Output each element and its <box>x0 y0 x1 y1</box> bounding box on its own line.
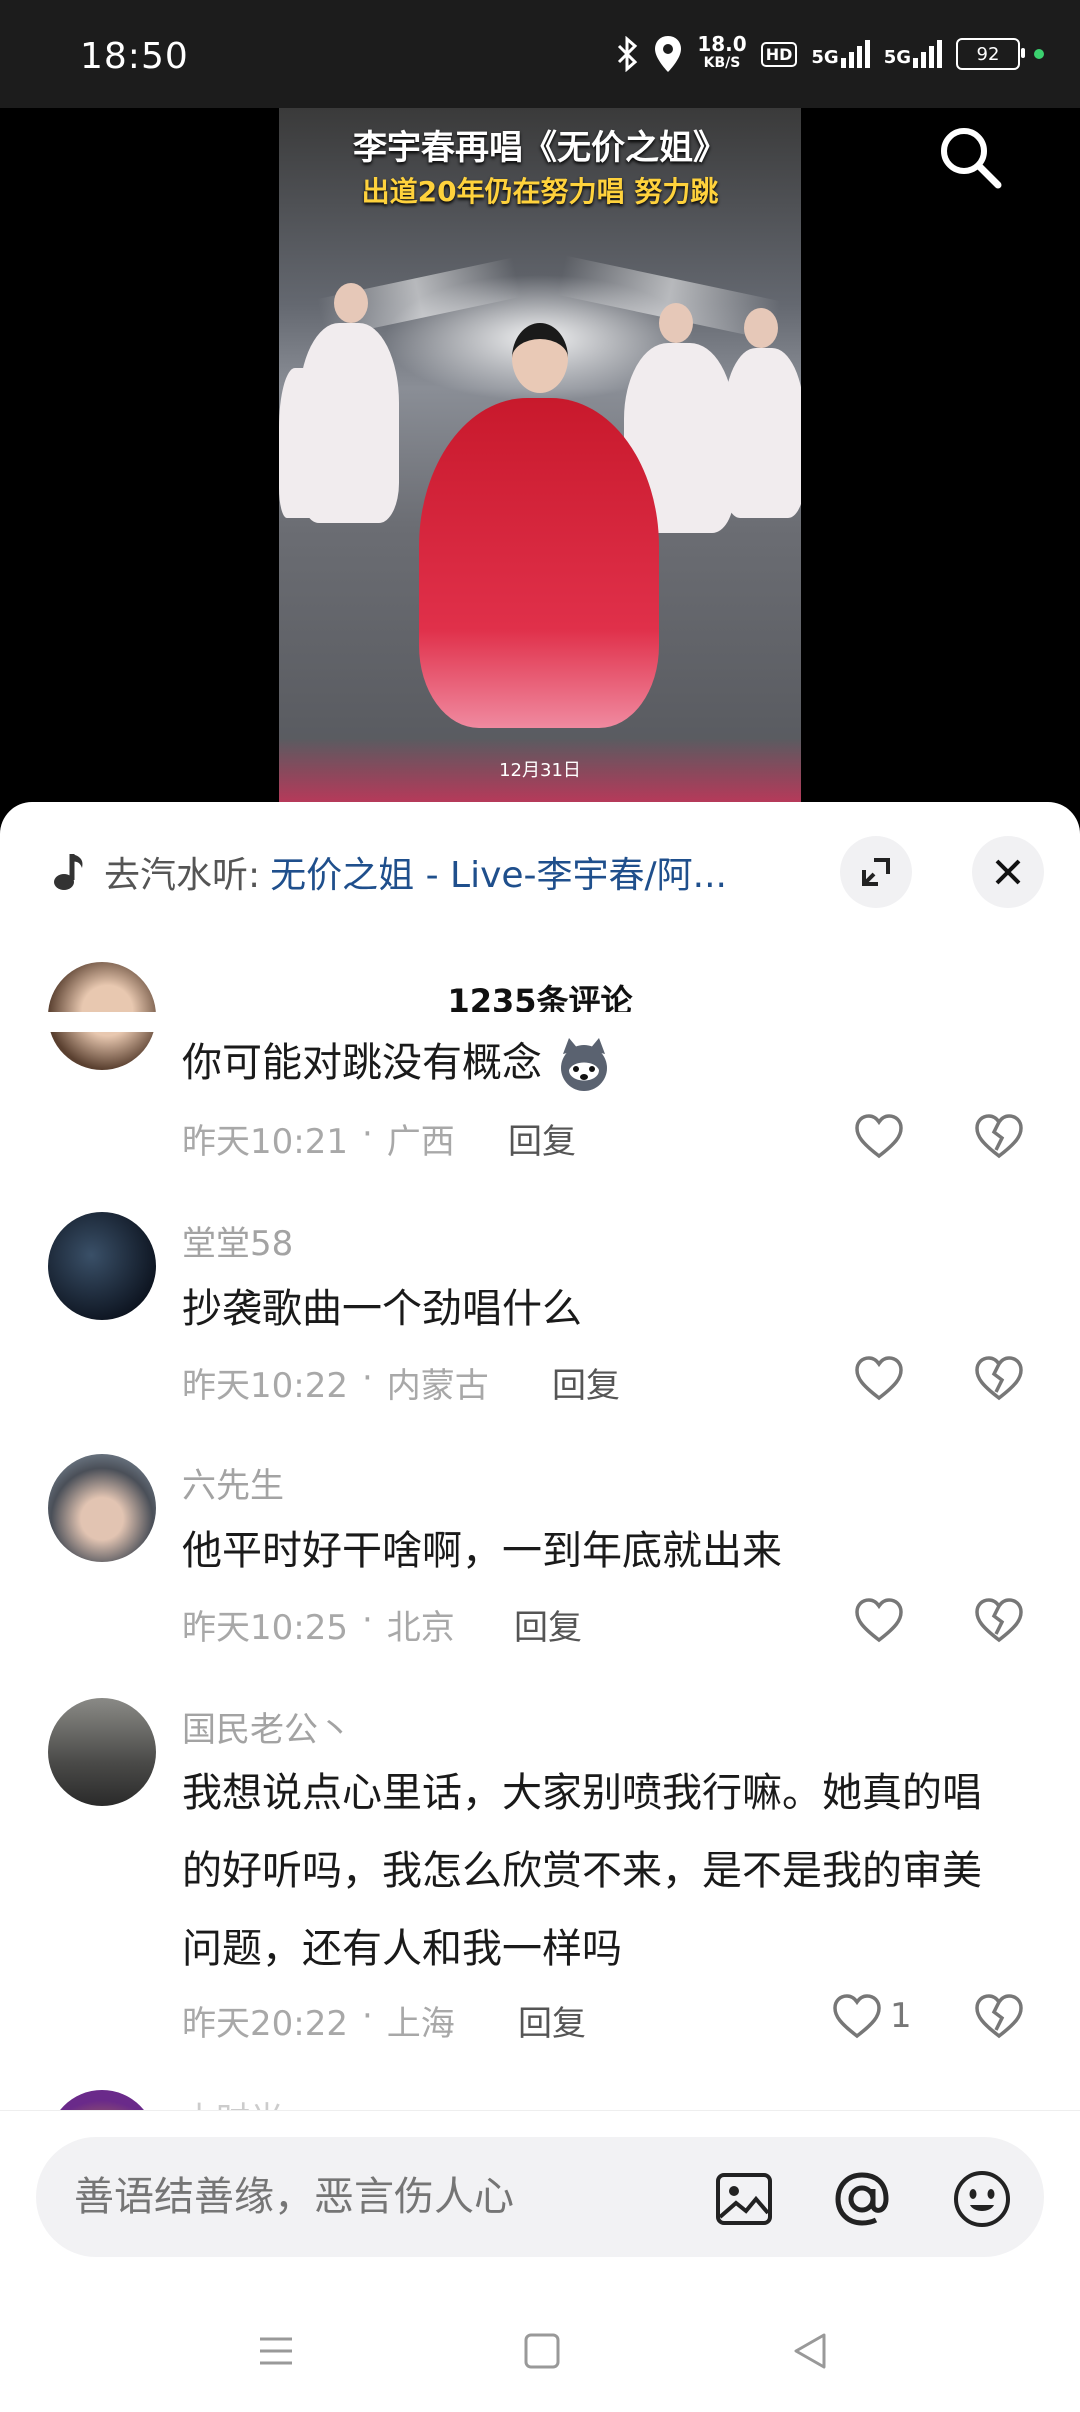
broken-heart-icon[interactable] <box>972 1110 1026 1164</box>
heart-icon[interactable] <box>830 1990 884 2044</box>
like-count: 1 <box>890 1996 912 2036</box>
signal-icon: 5G <box>811 40 870 68</box>
comment-input[interactable] <box>74 2137 674 2257</box>
avatar[interactable] <box>48 1454 156 1562</box>
heart-icon[interactable] <box>852 1594 906 1648</box>
bluetooth-icon <box>618 36 638 72</box>
broken-heart-icon[interactable] <box>972 1594 1026 1648</box>
comment-text: 他平时好干啥啊，一到年底就出来 <box>182 1528 782 1574</box>
emoji-icon[interactable] <box>950 2167 1014 2231</box>
hd-badge: HD <box>760 41 798 67</box>
expand-icon <box>862 858 890 886</box>
comment-input-bar <box>0 2110 1080 2412</box>
music-prefix: 去汽水听: <box>104 855 261 896</box>
heart-icon[interactable] <box>852 1352 906 1406</box>
status-time: 18:50 <box>80 36 189 77</box>
location-icon <box>655 36 682 72</box>
comment-input-pill[interactable] <box>36 2137 1044 2257</box>
singer-figure <box>419 398 659 728</box>
music-link-row[interactable]: 去汽水听: 无价之姐 - Live-李宇春/阿... <box>50 842 840 902</box>
husky-emoji-icon <box>560 1038 607 1091</box>
comment-text: 你可能对跳没有概念 <box>182 1024 1012 1102</box>
video-frame[interactable]: 李宇春再唱《无价之姐》 出道20年仍在努力唱 努力跳 12月31日 <box>279 108 801 808</box>
music-note-icon <box>54 854 83 890</box>
comment-meta: 昨天10:21 · 广西 <box>182 1114 455 1162</box>
avatar[interactable] <box>48 1698 156 1806</box>
avatar[interactable] <box>48 1212 156 1320</box>
comment-sheet: 去汽水听: 无价之姐 - Live-李宇春/阿... 1235条评论 你可能对跳… <box>0 802 1080 2412</box>
close-button[interactable] <box>972 836 1044 908</box>
broken-heart-icon[interactable] <box>972 1990 1026 2044</box>
heart-icon[interactable] <box>852 1110 906 1164</box>
battery-icon: 92 <box>956 38 1025 70</box>
broken-heart-icon[interactable] <box>972 1352 1026 1406</box>
reply-button[interactable]: 回复 <box>508 1114 576 1163</box>
status-icons: 18.0 KB/S HD 5G 5G 92 <box>615 30 1044 78</box>
signal-icon: 5G <box>884 40 942 68</box>
music-song-link[interactable]: 无价之姐 - Live-李宇春/阿... <box>270 846 790 898</box>
menu-nav-icon[interactable] <box>252 2327 300 2375</box>
close-icon <box>995 859 1021 885</box>
video-title: 李宇春再唱《无价之姐》 <box>353 128 727 168</box>
comment-text: 抄袭歌曲一个劲唱什么 <box>182 1286 582 1332</box>
home-nav-icon[interactable] <box>518 2327 566 2375</box>
mention-icon[interactable] <box>830 2167 894 2231</box>
search-icon[interactable] <box>936 123 1004 191</box>
video-subtitle: 出道20年仍在努力唱 努力跳 <box>361 175 719 208</box>
video-date-caption: 12月31日 <box>499 760 581 781</box>
comment-meta: 昨天10:25 · 北京 <box>182 1600 455 1648</box>
expand-button[interactable] <box>840 836 912 908</box>
image-icon[interactable] <box>712 2167 776 2231</box>
comment-username[interactable]: 六先生 <box>182 1458 284 1507</box>
privacy-dot <box>1034 49 1044 59</box>
battery-level: 92 <box>976 43 1000 65</box>
comment-meta: 昨天10:22 · 内蒙古 <box>182 1358 489 1406</box>
network-speed: 18.0 KB/S <box>697 32 747 71</box>
comment-meta: 昨天20:22 · 上海 <box>182 1996 455 2044</box>
comment-username[interactable]: 堂堂58 <box>182 1216 293 1265</box>
video-player[interactable]: 李宇春再唱《无价之姐》 出道20年仍在努力唱 努力跳 12月31日 <box>0 108 1080 808</box>
reply-button[interactable]: 回复 <box>552 1358 620 1407</box>
status-bar: 18:50 18.0 KB/S HD 5G 5G 92 <box>0 0 1080 108</box>
back-nav-icon[interactable] <box>786 2327 834 2375</box>
comment-username[interactable]: 国民老公丶 <box>182 1702 352 1751</box>
reply-button[interactable]: 回复 <box>518 1996 586 2045</box>
reply-button[interactable]: 回复 <box>514 1600 582 1649</box>
comment-text: 我想说点心里话，大家别喷我行嘛。她真的唱的好听吗，我怎么欣赏不来，是不是我的审美… <box>182 1770 982 1972</box>
